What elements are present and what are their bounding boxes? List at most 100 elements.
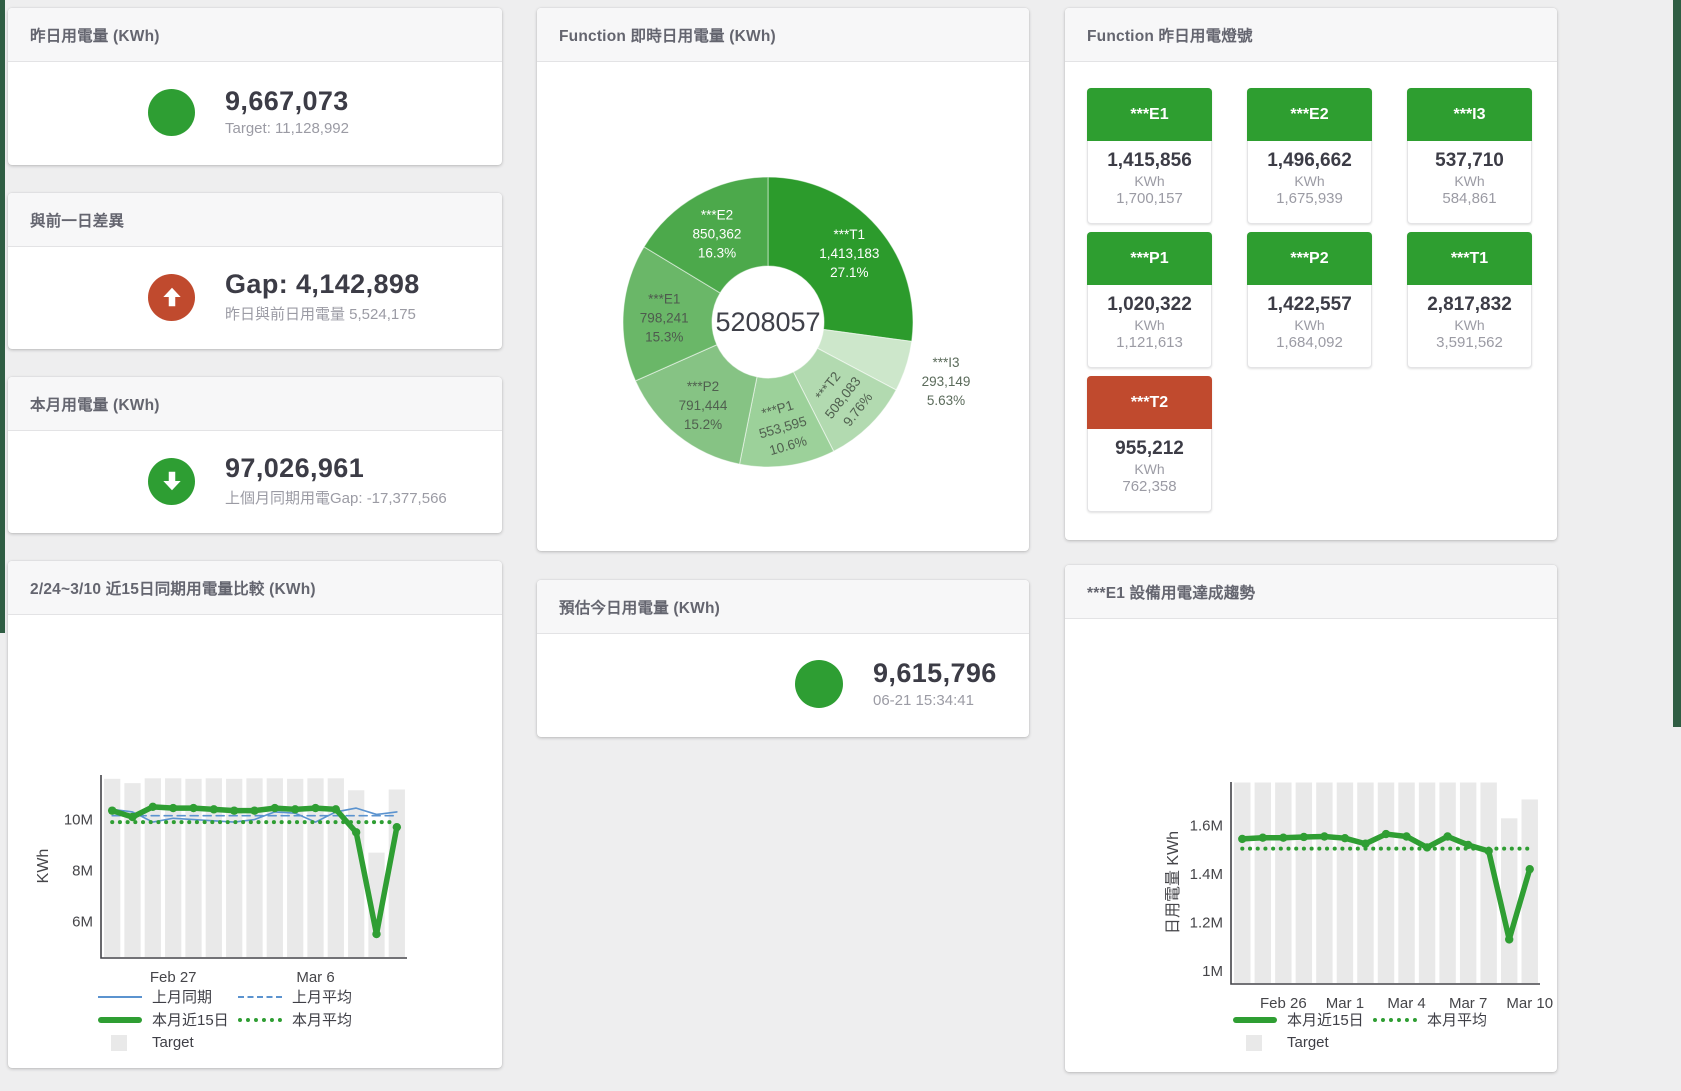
target-bar[interactable] — [1234, 782, 1250, 983]
target-bar[interactable] — [328, 778, 344, 957]
series-marker[interactable] — [1505, 935, 1513, 943]
donut-slice-label: ***I3293,1495.63% — [922, 355, 971, 408]
tile-value: 955,212 — [1088, 438, 1211, 460]
y-tick-label: 6M — [72, 913, 93, 930]
x-tick-label: Mar 6 — [296, 969, 334, 986]
y-tick-label: 8M — [72, 862, 93, 879]
panel-header: 昨日用電量 (KWh) — [8, 8, 502, 62]
tile-header: ***I3 — [1407, 88, 1532, 141]
realtime-usage-donut-chart[interactable]: ***T11,413,18327.1%***I3293,1495.63%***T… — [537, 62, 1029, 551]
target-bar[interactable] — [246, 778, 262, 957]
legend-row: Target — [98, 1031, 378, 1054]
series-marker[interactable] — [230, 806, 238, 814]
series-marker[interactable] — [250, 806, 258, 814]
series-marker[interactable] — [372, 930, 380, 938]
legend-swatch-icon — [1233, 1017, 1277, 1023]
y-tick-label: 1.2M — [1190, 914, 1223, 931]
panel-month-usage: 本月用電量 (KWh) 97,026,961 上個月同期用電Gap: -17,3… — [8, 377, 502, 533]
target-bar[interactable] — [1419, 782, 1435, 983]
series-marker[interactable] — [332, 805, 340, 813]
panel-title: ***E1 設備用電達成趨勢 — [1087, 581, 1255, 603]
series-marker[interactable] — [291, 805, 299, 813]
tile-header: ***E1 — [1087, 88, 1212, 141]
comparison-line-bar-chart[interactable]: 6M8M10MKWhFeb 27Mar 6 — [8, 615, 502, 995]
light-tile: ***E11,415,856KWh1,700,157 — [1087, 88, 1212, 224]
legend-item[interactable]: 本月近15日 — [98, 1009, 238, 1030]
panel-title: 2/24~3/10 近15日同期用電量比較 (KWh) — [30, 577, 316, 599]
series-marker[interactable] — [108, 806, 116, 814]
tile-value: 1,422,557 — [1248, 294, 1371, 316]
series-marker[interactable] — [1443, 832, 1451, 840]
legend-item[interactable]: Target — [98, 1034, 238, 1051]
tile-header: ***P2 — [1247, 232, 1372, 285]
panel-header: 本月用電量 (KWh) — [8, 377, 502, 431]
legend-item[interactable]: 上月平均 — [238, 986, 378, 1007]
legend-label: 本月近15日 — [152, 1009, 229, 1030]
target-bar[interactable] — [1316, 782, 1332, 983]
target-bar[interactable] — [226, 779, 242, 957]
stat-value: Gap: 4,142,898 — [225, 270, 420, 300]
series-marker[interactable] — [210, 805, 218, 813]
panel-yesterday-usage: 昨日用電量 (KWh) 9,667,073 Target: 11,128,992 — [8, 8, 502, 165]
target-bar[interactable] — [1296, 782, 1312, 983]
series-marker[interactable] — [1300, 833, 1308, 841]
target-bar[interactable] — [1460, 782, 1476, 983]
tile-value: 537,710 — [1408, 150, 1531, 172]
stat-value: 9,667,073 — [225, 87, 349, 117]
legend-item[interactable]: 本月平均 — [1373, 1009, 1513, 1030]
panel-estimated-today: 預估今日用電量 (KWh) 9,615,796 06-21 15:34:41 — [537, 580, 1029, 737]
target-bar[interactable] — [1275, 782, 1291, 983]
series-marker[interactable] — [128, 813, 136, 821]
series-marker[interactable] — [271, 804, 279, 812]
series-marker[interactable] — [393, 823, 401, 831]
series-marker[interactable] — [311, 804, 319, 812]
series-marker[interactable] — [149, 803, 157, 811]
y-tick-label: 1.4M — [1190, 866, 1223, 883]
light-tile: ***P21,422,557KWh1,684,092 — [1247, 232, 1372, 368]
y-tick-label: 10M — [64, 812, 93, 829]
stat-estimate: 9,615,796 06-21 15:34:41 — [537, 634, 1029, 734]
tile-value: 1,020,322 — [1088, 294, 1211, 316]
series-marker[interactable] — [1238, 835, 1246, 843]
series-marker[interactable] — [189, 804, 197, 812]
legend-row: 本月近15日 本月平均 — [98, 1008, 378, 1031]
status-tile-grid: ***E11,415,856KWh1,700,157***E21,496,662… — [1065, 62, 1557, 512]
target-bar[interactable] — [1501, 818, 1517, 983]
legend-item[interactable]: Target — [1233, 1034, 1373, 1051]
series-marker[interactable] — [1526, 865, 1534, 873]
target-bar[interactable] — [1439, 782, 1455, 983]
x-tick-label: Mar 10 — [1506, 995, 1553, 1012]
legend-swatch-icon — [1246, 1035, 1262, 1051]
series-marker[interactable] — [1320, 832, 1328, 840]
tile-header: ***E2 — [1247, 88, 1372, 141]
target-bar[interactable] — [1378, 782, 1394, 983]
target-bar[interactable] — [1398, 782, 1414, 983]
legend-item[interactable]: 上月同期 — [98, 986, 238, 1007]
series-marker[interactable] — [1259, 834, 1267, 842]
status-circle-icon — [148, 89, 195, 136]
legend-item[interactable]: 本月近15日 — [1233, 1009, 1373, 1030]
legend-label: 本月平均 — [292, 1009, 352, 1030]
series-marker[interactable] — [169, 804, 177, 812]
target-bar[interactable] — [124, 783, 140, 957]
series-marker[interactable] — [352, 828, 360, 836]
series-marker[interactable] — [1382, 830, 1390, 838]
light-tile: ***T12,817,832KWh3,591,562 — [1407, 232, 1532, 368]
target-bar[interactable] — [389, 790, 405, 957]
stat-timestamp: 06-21 15:34:41 — [873, 692, 997, 709]
series-marker[interactable] — [1402, 832, 1410, 840]
tile-target: 762,358 — [1088, 478, 1211, 495]
panel-gap-previous-day: 與前一日差異 Gap: 4,142,898 昨日與前日用電量 5,524,175 — [8, 193, 502, 349]
panel-header: Function 即時日用電量 (KWh) — [537, 8, 1029, 62]
target-bar[interactable] — [104, 779, 120, 957]
legend-item[interactable]: 本月平均 — [238, 1009, 378, 1030]
legend-label: Target — [1287, 1034, 1329, 1051]
target-bar[interactable] — [206, 778, 222, 957]
target-bar[interactable] — [1337, 782, 1353, 983]
series-marker[interactable] — [1341, 834, 1349, 842]
e1-trend-line-bar-chart[interactable]: 1M1.2M1.4M1.6M日用電量 KWhFeb 26Mar 1Mar 4Ma… — [1065, 619, 1557, 1019]
series-marker[interactable] — [1279, 834, 1287, 842]
target-bar[interactable] — [1357, 782, 1373, 983]
light-tile: ***P11,020,322KWh1,121,613 — [1087, 232, 1212, 368]
target-bar[interactable] — [1255, 782, 1271, 983]
